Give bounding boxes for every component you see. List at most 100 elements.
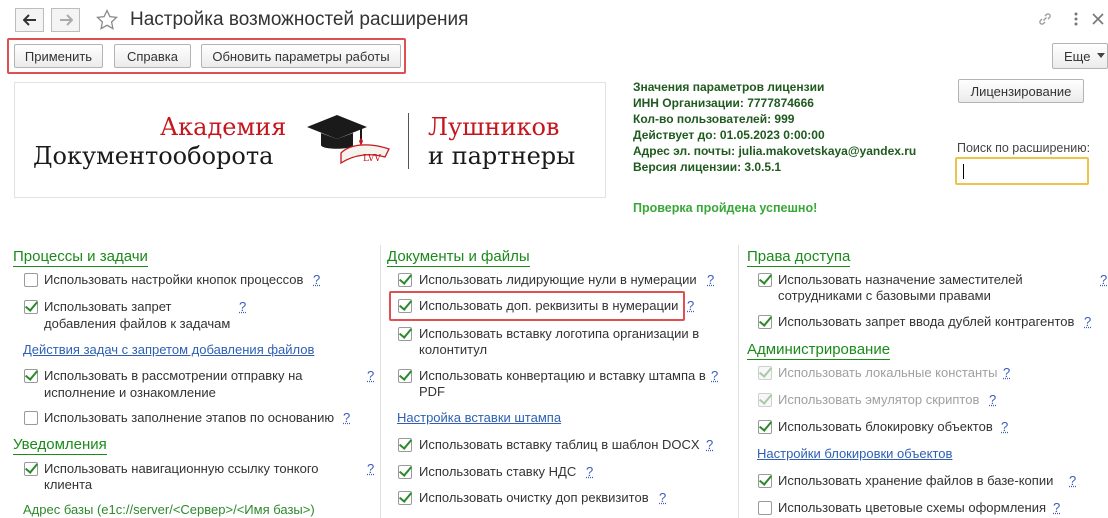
license-email: Адрес эл. почты: julia.makovetskaya@yand… bbox=[633, 144, 917, 158]
section-documents-title: Документы и файлы bbox=[387, 248, 530, 267]
help-link[interactable]: ? bbox=[1100, 272, 1107, 287]
label-logo-insert-line1: Использовать вставку логотипа организаци… bbox=[419, 326, 700, 341]
label-review-send-line2: исполнение и ознакомление bbox=[44, 385, 216, 400]
logo-divider bbox=[408, 113, 409, 169]
label-duplicate-contractors: Использовать запрет ввода дублей контраг… bbox=[778, 314, 1075, 329]
help-link[interactable]: ? bbox=[687, 298, 694, 313]
arrow-right-icon bbox=[59, 14, 73, 26]
link-locking-settings[interactable]: Настройки блокировки объектов bbox=[757, 446, 952, 461]
section-administration-title: Администрирование bbox=[747, 341, 891, 360]
help-link[interactable]: ? bbox=[659, 490, 666, 505]
label-leading-zeros: Использовать лидирующие нули в нумерации bbox=[419, 272, 697, 287]
label-script-emulator: Использовать эмулятор скриптов bbox=[778, 392, 980, 407]
help-link[interactable]: ? bbox=[367, 461, 374, 476]
checkbox-fill-stages[interactable] bbox=[24, 411, 38, 425]
help-link[interactable]: ? bbox=[367, 368, 374, 383]
label-file-storage-copy: Использовать хранение файлов в базе-копи… bbox=[778, 473, 1054, 488]
checkbox-clear-attrs[interactable] bbox=[398, 491, 412, 505]
help-link[interactable]: ? bbox=[1069, 473, 1076, 488]
license-heading: Значения параметров лицензии bbox=[633, 80, 825, 94]
help-link[interactable]: ? bbox=[343, 410, 350, 425]
help-link[interactable]: ? bbox=[1053, 500, 1060, 515]
label-clear-attrs: Использовать очистку доп реквизитов bbox=[419, 490, 649, 505]
checkbox-local-constants[interactable] bbox=[758, 366, 772, 380]
label-stamp-pdf-line1: Использовать конвертацию и вставку штамп… bbox=[419, 368, 706, 383]
link-icon[interactable] bbox=[1036, 10, 1054, 28]
column-divider bbox=[380, 245, 381, 518]
column-divider bbox=[738, 245, 739, 518]
label-logo-insert-line2: колонтитул bbox=[419, 342, 488, 357]
logo-text-docflow: Документооборота bbox=[33, 142, 274, 170]
help-link[interactable]: ? bbox=[711, 368, 718, 383]
licensing-button[interactable]: Лицензирование bbox=[958, 79, 1084, 103]
label-extra-attrs-numbering: Использовать доп. реквизиты в нумерации bbox=[419, 298, 679, 313]
db-address-label: Адрес базы (e1c://server/<Сервер>/<Имя б… bbox=[23, 502, 315, 517]
vertical-dots-icon[interactable] bbox=[1067, 10, 1085, 28]
forward-button[interactable] bbox=[51, 8, 80, 32]
checkbox-logo-insert[interactable] bbox=[398, 327, 412, 341]
help-link[interactable]: ? bbox=[586, 464, 593, 479]
star-icon[interactable] bbox=[95, 8, 119, 32]
apply-button[interactable]: Применить bbox=[14, 44, 103, 68]
checkbox-forbid-files[interactable] bbox=[24, 300, 38, 314]
checkbox-extra-attrs-numbering[interactable] bbox=[398, 299, 412, 313]
section-notifications-title: Уведомления bbox=[13, 436, 107, 455]
checkbox-docx-tables[interactable] bbox=[398, 438, 412, 452]
help-link[interactable]: ? bbox=[1003, 365, 1010, 380]
section-processes-title: Процессы и задачи bbox=[13, 248, 148, 267]
link-forbid-files-actions[interactable]: Действия задач с запретом добавления фай… bbox=[23, 342, 314, 357]
checkbox-nav-link[interactable] bbox=[24, 462, 38, 476]
label-nav-link-line2: клиента bbox=[44, 477, 93, 492]
checkbox-stamp-pdf[interactable] bbox=[398, 369, 412, 383]
logo-text-lushnikov: Лушников bbox=[428, 113, 560, 141]
checkbox-object-locking[interactable] bbox=[758, 420, 772, 434]
checkbox-review-send[interactable] bbox=[24, 369, 38, 383]
section-access-rights-title: Права доступа bbox=[747, 248, 851, 267]
company-logo: Академия Документооборота LVV Лушников и… bbox=[14, 82, 606, 198]
checkbox-leading-zeros[interactable] bbox=[398, 273, 412, 287]
label-object-locking: Использовать блокировку объектов bbox=[778, 419, 993, 434]
seal-text: LVV bbox=[363, 154, 381, 164]
more-button[interactable]: Еще bbox=[1052, 43, 1108, 69]
close-icon[interactable] bbox=[1089, 10, 1107, 28]
refresh-params-button[interactable]: Обновить параметры работы bbox=[201, 44, 401, 68]
checkbox-process-buttons[interactable] bbox=[24, 273, 38, 287]
label-nav-link-line1: Использовать навигационную ссылку тонког… bbox=[44, 461, 319, 476]
license-version: Версия лицензии: 3.0.5.1 bbox=[633, 160, 782, 174]
license-status: Проверка пройдена успешно! bbox=[633, 201, 818, 215]
label-vat-rate: Использовать ставку НДС bbox=[419, 464, 577, 479]
checkbox-deputies[interactable] bbox=[758, 273, 772, 287]
logo-text-academy: Академия bbox=[160, 113, 287, 141]
label-local-constants: Использовать локальные константы bbox=[778, 365, 998, 380]
link-stamp-settings[interactable]: Настройка вставки штампа bbox=[397, 410, 561, 425]
help-link[interactable]: ? bbox=[1084, 314, 1091, 329]
search-input[interactable] bbox=[955, 157, 1089, 185]
help-button[interactable]: Справка bbox=[114, 44, 191, 68]
checkbox-vat-rate[interactable] bbox=[398, 465, 412, 479]
text-caret bbox=[963, 164, 964, 179]
checkbox-duplicate-contractors[interactable] bbox=[758, 315, 772, 329]
label-color-schemes: Использовать цветовые схемы оформления bbox=[778, 500, 1047, 515]
help-link[interactable]: ? bbox=[707, 272, 714, 287]
more-label: Еще bbox=[1064, 48, 1091, 64]
graduation-cap-icon: LVV bbox=[307, 115, 390, 165]
label-stamp-pdf-line2: PDF bbox=[419, 384, 445, 399]
license-valid-until: Действует до: 01.05.2023 0:00:00 bbox=[633, 128, 825, 142]
help-link[interactable]: ? bbox=[989, 392, 996, 407]
label-fill-stages: Использовать заполнение этапов по основа… bbox=[44, 410, 335, 425]
checkbox-color-schemes[interactable] bbox=[758, 501, 772, 515]
checkbox-script-emulator[interactable] bbox=[758, 393, 772, 407]
label-deputies-line2: сотрудниками с базовыми правами bbox=[778, 288, 991, 303]
back-button[interactable] bbox=[15, 8, 44, 32]
label-process-buttons: Использовать настройки кнопок процессов bbox=[44, 272, 304, 287]
help-link[interactable]: ? bbox=[239, 299, 246, 314]
license-users: Кол-во пользователей: 999 bbox=[633, 112, 795, 126]
label-forbid-files-line2: добавления файлов к задачам bbox=[44, 316, 231, 331]
logo-text-partners: и партнеры bbox=[428, 142, 576, 170]
arrow-left-icon bbox=[22, 14, 36, 26]
help-link[interactable]: ? bbox=[1001, 419, 1008, 434]
help-link[interactable]: ? bbox=[706, 437, 713, 452]
help-link[interactable]: ? bbox=[313, 272, 320, 287]
dropdown-arrow-icon bbox=[1097, 53, 1105, 58]
checkbox-file-storage-copy[interactable] bbox=[758, 474, 772, 488]
